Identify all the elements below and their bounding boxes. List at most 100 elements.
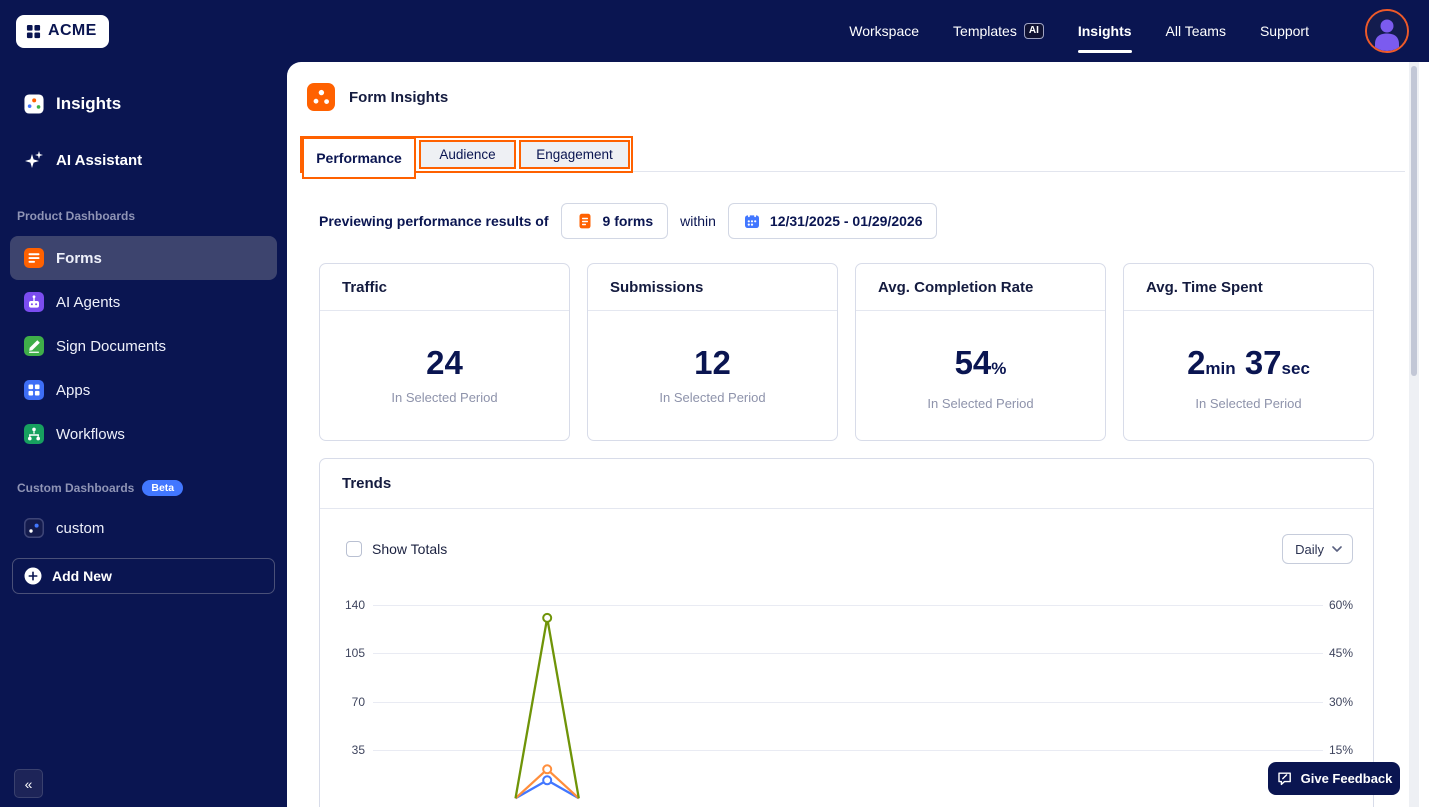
stat-caption: In Selected Period: [391, 390, 498, 405]
tab-performance[interactable]: Performance: [302, 137, 416, 179]
forms-icon: [24, 248, 44, 268]
stat-unit: sec: [1281, 359, 1310, 378]
sparkles-icon: [24, 150, 44, 170]
sidebar-item-ai-agents[interactable]: AI Agents: [10, 280, 277, 324]
stat-number: 37: [1244, 344, 1282, 381]
granularity-select[interactable]: Daily: [1282, 534, 1353, 564]
preview-row: Previewing performance results of 9 form…: [319, 203, 938, 239]
sidebar-items: Forms AI Agents Sign Documents Apps Work…: [0, 236, 287, 456]
y-axis-right-tick: 60%: [1329, 598, 1354, 612]
top-navigation: Workspace Templates AI Insights All Team…: [849, 9, 1409, 53]
stat-caption: In Selected Period: [1195, 396, 1302, 411]
nav-support[interactable]: Support: [1260, 23, 1309, 39]
page-title: Form Insights: [349, 88, 449, 106]
sidebar-title-label: Insights: [56, 94, 122, 113]
date-range-label: 12/31/2025 - 01/29/2026: [769, 213, 923, 229]
product-dashboards-label: Product Dashboards: [17, 209, 136, 223]
sidebar-item-workflows[interactable]: Workflows: [10, 412, 277, 456]
nav-workspace[interactable]: Workspace: [849, 23, 919, 39]
trends-chart: 140 105 70 35 60% 45% 30% 15%: [320, 589, 1375, 807]
forms-selector-label: 9 forms: [602, 213, 654, 229]
stat-value: 12: [694, 344, 731, 381]
show-totals-checkbox[interactable]: [346, 541, 362, 557]
stat-unit: %: [991, 359, 1007, 378]
stat-caption: In Selected Period: [659, 390, 766, 405]
stat-title: Traffic: [320, 264, 569, 311]
stat-number: 54: [954, 344, 992, 381]
tab-audience[interactable]: Audience: [419, 140, 516, 169]
trends-controls: Show Totals Daily: [346, 534, 1353, 564]
stat-title: Submissions: [588, 264, 837, 311]
date-range-button[interactable]: 12/31/2025 - 01/29/2026: [727, 203, 938, 239]
sidebar-item-apps[interactable]: Apps: [10, 368, 277, 412]
stat-caption: In Selected Period: [927, 396, 1034, 411]
sidebar-item-label: Sign Documents: [56, 337, 167, 355]
y-axis-right-tick: 45%: [1329, 646, 1354, 660]
y-axis-left-tick: 70: [351, 695, 365, 709]
stat-value: 24: [426, 344, 463, 381]
nav-templates-label: Templates: [953, 23, 1017, 39]
ai-agents-icon: [24, 292, 44, 312]
stat-number: 2: [1187, 344, 1206, 381]
apps-icon: [24, 380, 44, 400]
granularity-value: Daily: [1295, 541, 1324, 557]
plus-circle-icon: [24, 567, 42, 585]
topbar: ACME Workspace Templates AI Insights All…: [0, 0, 1429, 62]
stat-card-time-spent: Avg. Time Spent 2min 37sec In Selected P…: [1123, 263, 1374, 441]
beta-badge: Beta: [142, 480, 184, 496]
add-new-label: Add New: [52, 568, 112, 584]
y-axis-left-tick: 35: [351, 743, 365, 757]
acme-logo[interactable]: ACME: [16, 14, 109, 48]
preview-prefix-text: Previewing performance results of: [319, 213, 549, 229]
acme-logo-icon: [26, 24, 41, 39]
feedback-chat-icon: [1276, 770, 1293, 787]
nav-all-teams[interactable]: All Teams: [1166, 23, 1226, 39]
stat-body: 24 In Selected Period: [320, 311, 569, 406]
custom-dashboard-icon: [24, 518, 44, 538]
stats-row: Traffic 24 In Selected Period Submission…: [319, 263, 1374, 441]
tab-engagement[interactable]: Engagement: [519, 140, 630, 169]
sidebar-item-custom[interactable]: custom: [10, 508, 277, 548]
scrollbar-track[interactable]: [1409, 62, 1419, 807]
y-axis-right-tick: 15%: [1329, 743, 1354, 757]
scrollbar-thumb[interactable]: [1411, 66, 1417, 376]
sidebar-item-label: Apps: [56, 381, 91, 399]
sidebar-item-ai-assistant[interactable]: AI Assistant: [24, 144, 142, 176]
stat-value: 54%: [856, 345, 1105, 387]
stat-body: 54% In Selected Period: [856, 311, 1105, 412]
ai-badge: AI: [1023, 23, 1044, 39]
chevron-down-icon: [1332, 546, 1342, 552]
sidebar-item-forms[interactable]: Forms: [10, 236, 277, 280]
add-new-button[interactable]: Add New: [12, 558, 275, 594]
stat-title: Avg. Completion Rate: [856, 264, 1105, 311]
sign-documents-icon: [24, 336, 44, 356]
logo-text: ACME: [48, 22, 97, 39]
show-totals-control: Show Totals: [346, 541, 447, 557]
forms-selector-button[interactable]: 9 forms: [560, 203, 669, 239]
y-axis-left-tick: 105: [344, 646, 365, 660]
ai-assistant-label: AI Assistant: [56, 151, 143, 169]
stat-card-submissions: Submissions 12 In Selected Period: [587, 263, 838, 441]
collapse-chevrons-icon: «: [24, 775, 33, 792]
within-text: within: [680, 213, 716, 229]
stat-title: Avg. Time Spent: [1124, 264, 1373, 311]
trends-card: Trends Show Totals Daily 140 105 70 35 6…: [319, 458, 1374, 807]
stat-card-completion-rate: Avg. Completion Rate 54% In Selected Per…: [855, 263, 1106, 441]
insights-logo-icon: [24, 94, 44, 114]
main-panel: Form Insights Performance Audience Engag…: [287, 62, 1429, 807]
sidebar-title: Insights: [24, 86, 121, 122]
stat-value: 2min 37sec: [1124, 345, 1373, 387]
trends-title: Trends: [320, 459, 1373, 509]
y-axis-left-tick: 140: [344, 598, 365, 612]
user-avatar[interactable]: [1365, 9, 1409, 53]
sidebar-item-label: custom: [56, 519, 105, 537]
collapse-sidebar-button[interactable]: «: [14, 769, 43, 798]
nav-templates[interactable]: Templates AI: [953, 23, 1044, 39]
feedback-label: Give Feedback: [1300, 771, 1393, 786]
calendar-icon: [743, 212, 761, 230]
sidebar-item-sign-documents[interactable]: Sign Documents: [10, 324, 277, 368]
nav-insights[interactable]: Insights: [1077, 23, 1132, 53]
give-feedback-button[interactable]: Give Feedback: [1268, 762, 1400, 795]
form-insights-header: Form Insights: [307, 83, 448, 111]
stat-card-traffic: Traffic 24 In Selected Period: [319, 263, 570, 441]
